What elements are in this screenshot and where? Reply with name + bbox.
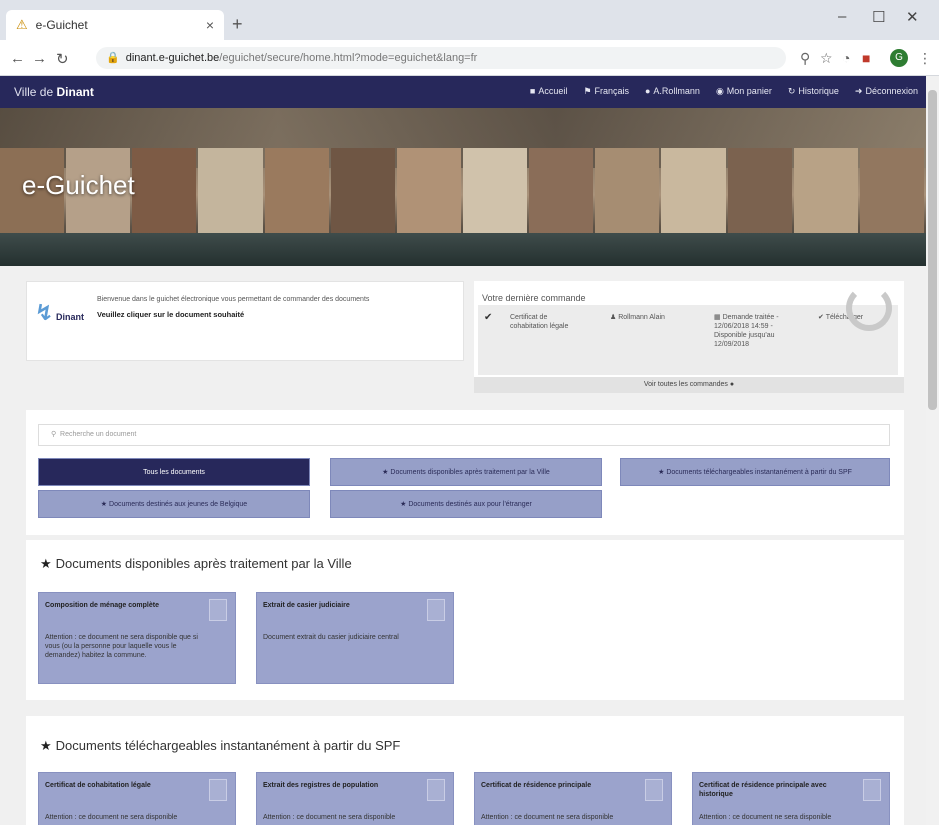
page-title: e-Guichet [22,170,135,200]
warning-icon: ⚠ [16,17,28,32]
document-panel: ⚲ Recherche un document Tous les documen… [26,410,904,535]
document-icon [863,779,881,801]
nav-cart[interactable]: ◉ Mon panier [716,86,772,97]
search-input[interactable]: ⚲ Recherche un document [38,424,890,446]
doc-card[interactable]: Extrait de casier judiciaire Document ex… [256,592,454,684]
check-icon: ✔ [484,312,493,323]
hero-houses [0,148,926,238]
maximize-button[interactable]: ☐ [872,8,885,26]
history-icon: ↻ [787,86,796,96]
info-icon: ● [729,381,735,388]
lock-icon: 🔒 [106,52,120,64]
user-icon: ♟ [610,314,617,321]
calendar-icon: ▦ [714,314,721,321]
extension-icon-2[interactable]: ■ [862,50,870,66]
nav-home[interactable]: ■ Accueil [530,86,567,97]
document-icon [427,599,445,621]
star-icon: ★ [40,738,52,753]
dinant-logo: ↯ Dinant [35,300,84,325]
section-city-documents: ★ Documents disponibles après traitement … [26,540,904,700]
bookmark-star-icon[interactable]: ☆ [820,50,833,67]
doc-card[interactable]: Certificat de résidence principale avec … [692,772,890,825]
filter-city[interactable]: ★ Documents disponibles après traitement… [330,458,602,486]
filter-spf[interactable]: ★ Documents téléchargeables instantanéme… [620,458,890,486]
section-title: ★ Documents téléchargeables instantanémen… [40,738,401,753]
tab-close-icon[interactable]: × [206,17,214,33]
document-icon [209,599,227,621]
nav-language[interactable]: ⚑ Français [583,86,629,97]
document-icon [645,779,663,801]
home-icon: ■ [529,86,536,96]
welcome-instruction: Veuillez cliquer sur le document souhait… [97,310,245,319]
new-tab-button[interactable]: + [232,14,243,35]
welcome-card: ↯ Dinant Bienvenue dans le guichet élect… [26,281,464,361]
section-spf-documents: ★ Documents téléchargeables instantanémen… [26,716,904,825]
menu-icon[interactable]: ⋮ [918,50,932,67]
document-icon [209,779,227,801]
doc-card[interactable]: Certificat de cohabitation légale Attent… [38,772,236,825]
all-orders-link[interactable]: Voir toutes les commandes ● [474,377,904,393]
close-window-button[interactable]: ✕ [906,8,919,26]
hero-water [0,233,926,266]
browser-tab[interactable]: ⚠ e-Guichet × [6,10,224,40]
browser-tab-bar: ⚠ e-Guichet × + – ☐ ✕ [0,0,939,40]
search-icon: ⚲ [51,431,57,438]
address-bar: ← → ↻ 🔒 dinant.e-guichet.be/eguichet/secu… [0,40,939,76]
download-icon: ✔ [818,314,824,321]
nav-history[interactable]: ↻ Historique [788,86,839,97]
site-navbar: Ville de Dinant ■ Accueil ⚑ Français ● A.Ro… [0,76,926,108]
logout-icon: ➜ [854,86,863,96]
filter-all[interactable]: Tous les documents [38,458,310,486]
forward-icon[interactable]: → [32,50,47,67]
order-status: ▦ Demande traitée - 12/06/2018 14:59 - D… [714,314,779,348]
zoom-icon[interactable]: ⚲ [800,50,810,67]
reload-icon[interactable]: ↻ [56,50,69,68]
extension-icon[interactable]: ◔ [842,50,850,66]
last-order-title: Votre dernière commande [482,293,586,303]
doc-card[interactable]: Extrait des registres de population Atte… [256,772,454,825]
minimize-button[interactable]: – [838,8,846,25]
tab-title: e-Guichet [35,18,88,32]
filter-abroad[interactable]: ★ Documents destinés aux pour l'étranger [330,490,602,518]
url-input[interactable]: 🔒 dinant.e-guichet.be/eguichet/secure/hom… [96,47,786,69]
document-icon [427,779,445,801]
user-icon: ● [644,86,651,96]
section-title: ★ Documents disponibles après traitement … [40,556,352,571]
profile-avatar[interactable]: G [890,49,908,67]
doc-card[interactable]: Certificat de résidence principale Atten… [474,772,672,825]
nav-logout[interactable]: ➜ Déconnexion [855,86,918,97]
scrollbar-thumb[interactable] [928,90,937,410]
site-brand[interactable]: Ville de Dinant [14,85,94,99]
welcome-text: Bienvenue dans le guichet électronique v… [97,296,370,303]
doc-card[interactable]: Composition de ménage complète Attention… [38,592,236,684]
cart-icon: ◉ [715,86,724,96]
filter-youth[interactable]: ★ Documents destinés aux jeunes de Belgi… [38,490,310,518]
last-order-row: ✔ Certificat de cohabitation légale ♟ Ro… [478,305,898,375]
hero-banner: e-Guichet [0,108,926,266]
order-document: Certificat de cohabitation légale [510,314,569,330]
last-order-card: Votre dernière commande ✔ Certificat de … [474,281,904,393]
refresh-icon[interactable] [846,285,892,331]
flag-icon: ⚑ [583,86,592,96]
order-person: ♟ Rollmann Alain [610,314,665,321]
star-icon: ★ [40,556,52,571]
back-icon[interactable]: ← [10,50,25,67]
nav-user[interactable]: ● A.Rollmann [645,86,700,97]
